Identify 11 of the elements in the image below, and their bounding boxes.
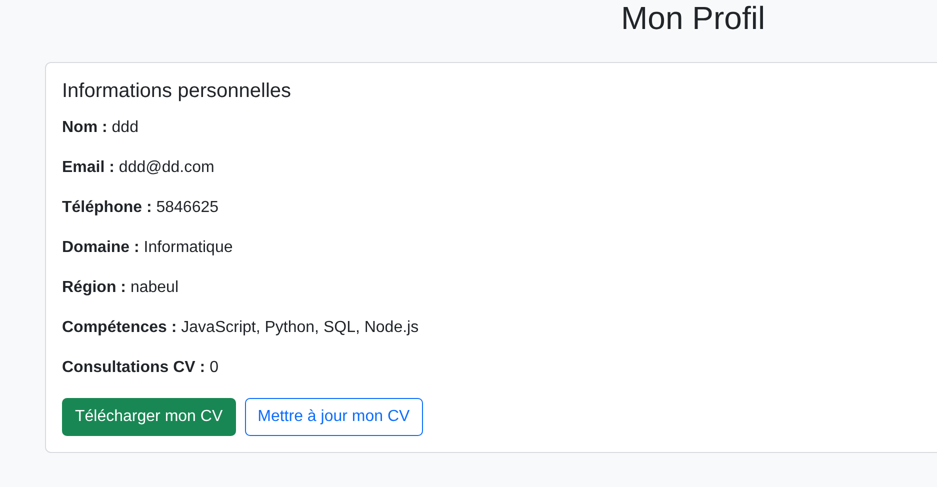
profile-field: Domaine : Informatique xyxy=(62,238,937,258)
profile-field: Téléphone : 5846625 xyxy=(62,198,937,218)
update-cv-button[interactable]: Mettre à jour mon CV xyxy=(244,398,423,436)
profile-field: Email : ddd@dd.com xyxy=(62,158,937,178)
profile-field: Région : nabeul xyxy=(62,278,937,298)
card-title: Informations personnelles xyxy=(62,79,292,104)
profile-field: Compétences : JavaScript, Python, SQL, Node.js xyxy=(62,318,937,338)
page-title: Mon Profil xyxy=(621,0,766,36)
download-cv-button[interactable]: Télécharger mon CV xyxy=(62,398,236,436)
profile-field: Consultations CV : 0 xyxy=(62,358,937,378)
profile-field: Nom : ddd xyxy=(62,118,937,138)
